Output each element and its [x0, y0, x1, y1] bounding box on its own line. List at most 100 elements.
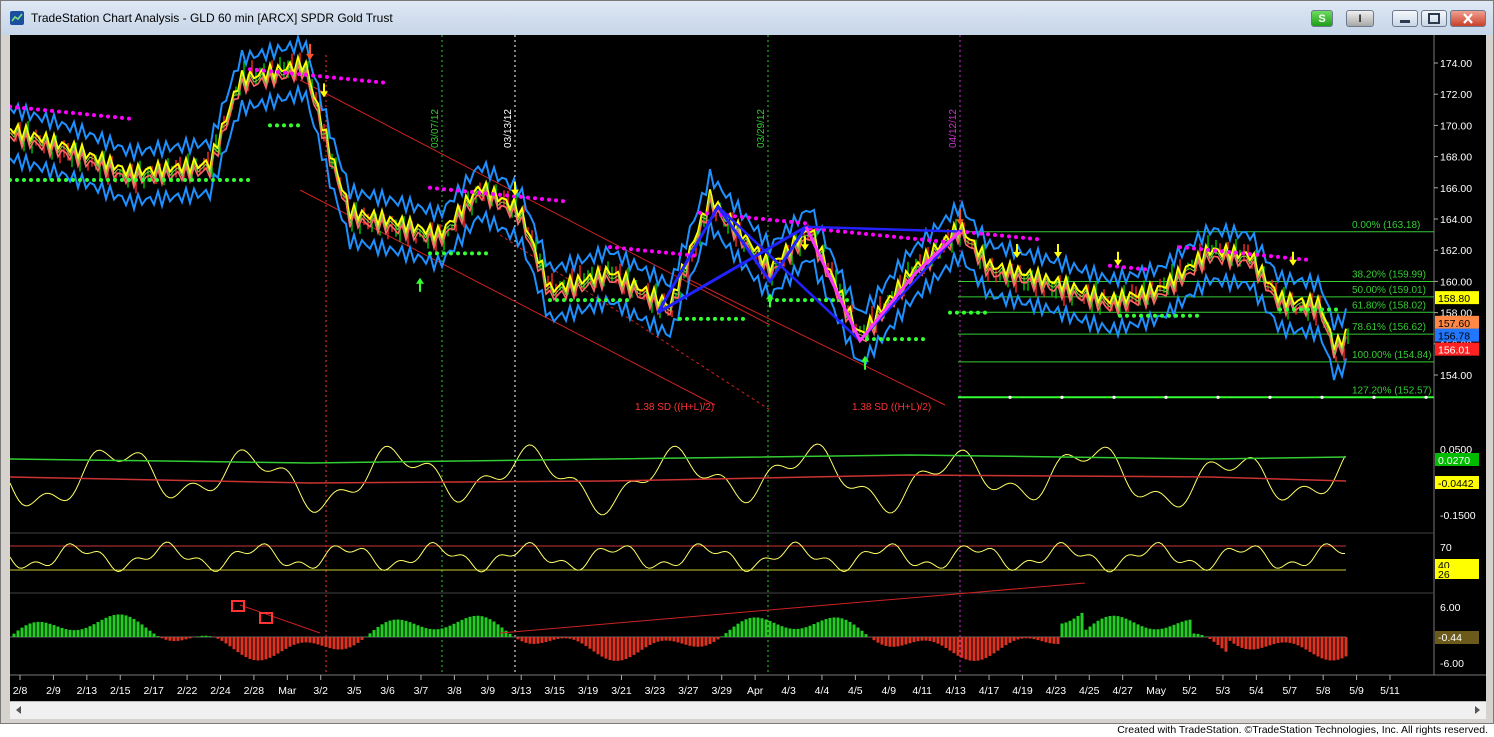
histogram-bar [16, 630, 20, 637]
close-button[interactable] [1450, 10, 1486, 27]
support-dot [678, 316, 682, 321]
resistance-dot [615, 245, 619, 250]
support-dot [872, 337, 876, 342]
resistance-dot [456, 188, 460, 193]
resistance-dot [636, 247, 640, 252]
histogram-bar [328, 637, 332, 649]
horizontal-scrollbar[interactable] [10, 701, 1486, 719]
support-dot [211, 178, 215, 182]
histogram-bar [112, 615, 116, 637]
resistance-dot [1192, 246, 1196, 251]
resistance-dot [1028, 236, 1032, 241]
resistance-dot [761, 217, 765, 222]
oscillator-axis-label: -0.1500 [1440, 510, 1476, 522]
histogram-bar [268, 637, 272, 658]
resistance-dot [1220, 249, 1224, 254]
histogram-bar [1292, 637, 1296, 644]
histogram-bar [428, 628, 432, 637]
histogram-bar [1228, 637, 1232, 641]
resistance-dot [269, 69, 273, 74]
histogram-bar [1224, 637, 1228, 652]
minimize-button[interactable] [1392, 10, 1418, 27]
date-axis-label: 3/21 [611, 685, 632, 697]
resistance-dot [15, 105, 19, 110]
resistance-dot [505, 193, 509, 198]
histogram-bar [376, 626, 380, 637]
histogram-bar [924, 637, 928, 641]
support-dot [879, 337, 883, 342]
support-dot [983, 310, 987, 315]
histogram-bar [788, 628, 792, 637]
histogram-bar [508, 633, 512, 637]
histogram-bar [1040, 637, 1044, 642]
histogram-bar [824, 619, 828, 637]
histogram-bar [656, 637, 660, 642]
support-dot [1174, 313, 1178, 318]
histogram-bar [808, 625, 812, 637]
histogram-bar [624, 637, 628, 660]
support-dot [921, 337, 925, 342]
support-dot [618, 298, 622, 303]
histogram-bar [852, 624, 856, 637]
fib-level-label: 0.00% (163.18) [1352, 220, 1420, 231]
price-chart[interactable]: 174.00 172.00 170.00 168.00 166.00 164.00 162.… [10, 35, 1486, 701]
histogram-bar [372, 630, 376, 637]
fib-level-label: 61.80% (158.02) [1352, 300, 1426, 311]
histogram-bar [1324, 637, 1328, 660]
histogram-bar [892, 637, 896, 647]
histogram-bar [80, 629, 84, 637]
histogram-bar [732, 626, 736, 637]
date-axis-label: 4/23 [1046, 685, 1067, 697]
i-menu-button[interactable]: I [1346, 10, 1374, 27]
resistance-dot [913, 236, 917, 241]
histogram-bar [1276, 637, 1280, 644]
resistance-dot [78, 111, 82, 116]
histogram-bar [296, 637, 300, 644]
resistance-dot [678, 252, 682, 257]
histogram-bar [552, 637, 556, 640]
sd-label: 1.38 SD ((H+L)/2) [852, 402, 931, 413]
date-axis-label: 4/17 [979, 685, 1000, 697]
histogram-bar [920, 637, 924, 641]
support-dot [289, 123, 293, 128]
histogram-bar [700, 637, 704, 647]
histogram-bar [292, 637, 296, 645]
histogram-bar [360, 637, 364, 640]
resistance-dot [43, 108, 47, 113]
date-axis-label: 2/13 [77, 685, 98, 697]
resistance-dot [353, 77, 357, 82]
resistance-dot [1178, 245, 1182, 250]
s-button[interactable]: S [1311, 10, 1333, 27]
scroll-right-icon[interactable] [1470, 702, 1484, 718]
histogram-bar [380, 624, 384, 637]
histogram-bar [160, 637, 164, 639]
restore-button[interactable] [1421, 10, 1447, 27]
pattern-magenta [804, 226, 962, 344]
resistance-dot [629, 247, 633, 252]
histogram-bar [1008, 637, 1012, 643]
fib-level-label: 127.20% (152.57) [1352, 385, 1432, 396]
scroll-left-icon[interactable] [12, 702, 26, 718]
chart-area[interactable]: 174.00 172.00 170.00 168.00 166.00 164.00 162.… [10, 35, 1486, 701]
support-dot [442, 251, 446, 256]
support-dot [282, 123, 286, 128]
histogram-bar [48, 623, 52, 637]
support-dot [604, 298, 608, 303]
resistance-dot [1255, 252, 1259, 257]
histogram-bar [420, 626, 424, 637]
histogram-bar [556, 637, 560, 639]
support-dot [976, 310, 980, 315]
resistance-dot [283, 70, 287, 75]
resistance-dot [85, 112, 89, 117]
histogram-bar [1188, 619, 1192, 637]
histogram-bar [676, 637, 680, 643]
yellow-arrow [1114, 251, 1122, 266]
histogram-bar [596, 637, 600, 655]
histogram-bar [1060, 623, 1064, 637]
resistance-dot [829, 228, 833, 233]
resistance-dot [1199, 247, 1203, 252]
fib-level-label: 100.00% (154.84) [1352, 350, 1432, 361]
support-dot [685, 316, 689, 321]
support-dot [449, 251, 453, 256]
histogram-bar [724, 633, 728, 637]
